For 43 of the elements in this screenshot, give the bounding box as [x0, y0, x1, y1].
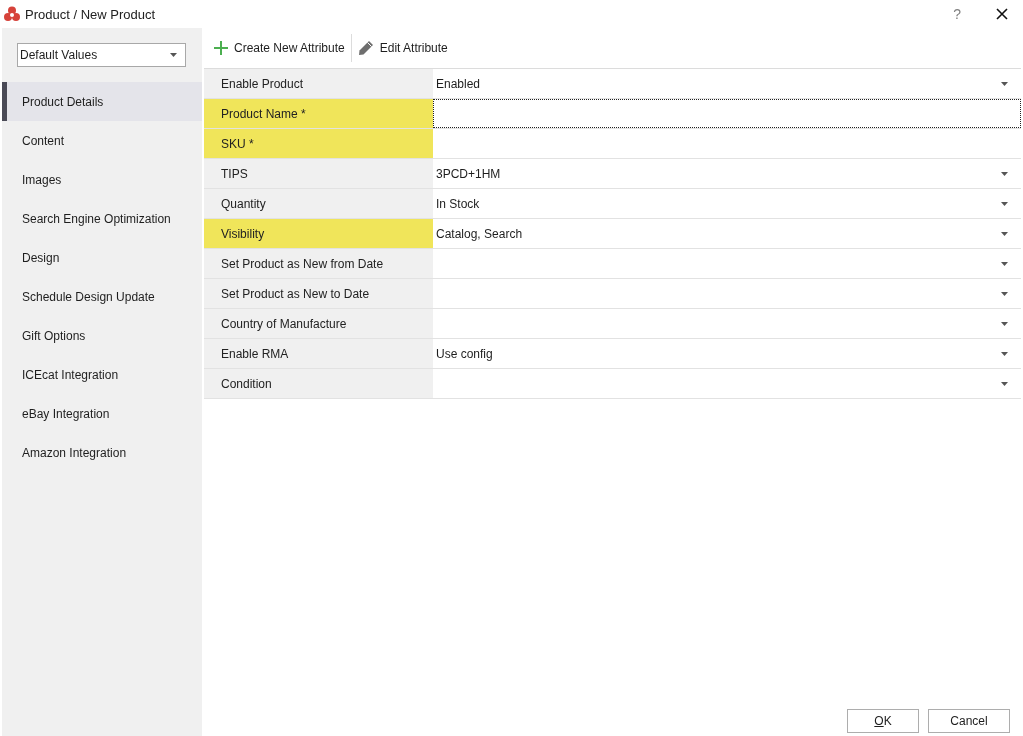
dialog-button[interactable]: Cancel — [928, 709, 1010, 733]
pencil-icon — [357, 40, 374, 56]
attribute-label: Visibility — [204, 219, 433, 248]
caret-icon — [1001, 291, 1008, 296]
help-button[interactable]: ? — [949, 6, 965, 22]
attribute-label: Quantity — [204, 189, 433, 218]
sidebar-item[interactable]: Gift Options — [2, 316, 202, 355]
attribute-label: Country of Manufacture — [204, 309, 433, 338]
sidebar-item[interactable]: Product Details — [2, 82, 202, 121]
caret-icon — [1001, 171, 1008, 176]
attribute-label: Enable Product — [204, 69, 433, 98]
sidebar-item[interactable]: Images — [2, 160, 202, 199]
sidebar-item[interactable]: Content — [2, 121, 202, 160]
caret-icon — [1001, 261, 1008, 266]
toolbar-button[interactable]: Create New Attribute — [211, 37, 348, 59]
caret-icon — [1001, 201, 1008, 206]
caret-icon — [1001, 381, 1008, 386]
close-icon[interactable] — [996, 8, 1008, 20]
input-field[interactable] — [433, 99, 1021, 128]
attribute-label: TIPS — [204, 159, 433, 188]
dialog-button[interactable]: OK — [847, 709, 919, 733]
sidebar-item[interactable]: Design — [2, 238, 202, 277]
attribute-label: SKU * — [204, 129, 433, 158]
caret-icon — [1001, 231, 1008, 236]
caret-icon — [1001, 351, 1008, 356]
caret-icon — [170, 53, 177, 57]
caret-icon — [1001, 81, 1008, 86]
attribute-label: Set Product as New from Date — [204, 249, 433, 278]
toolbar-button[interactable]: Edit Attribute — [354, 36, 451, 60]
sidebar-item[interactable]: Search Engine Optimization — [2, 199, 202, 238]
sidebar-item[interactable]: eBay Integration — [2, 394, 202, 433]
logo-icon — [4, 6, 20, 22]
attribute-label: Condition — [204, 369, 433, 398]
window-title: Product / New Product — [25, 6, 156, 22]
attribute-label: Set Product as New to Date — [204, 279, 433, 308]
sidebar-item[interactable]: Schedule Design Update — [2, 277, 202, 316]
caret-icon — [1001, 321, 1008, 326]
attribute-label: Product Name * — [204, 99, 433, 128]
sidebar-item[interactable]: Amazon Integration — [2, 433, 202, 472]
sidebar-item[interactable]: ICEcat Integration — [2, 355, 202, 394]
plus-icon — [214, 41, 228, 55]
attribute-label: Enable RMA — [204, 339, 433, 368]
store-dropdown[interactable]: Default Values — [17, 43, 186, 67]
